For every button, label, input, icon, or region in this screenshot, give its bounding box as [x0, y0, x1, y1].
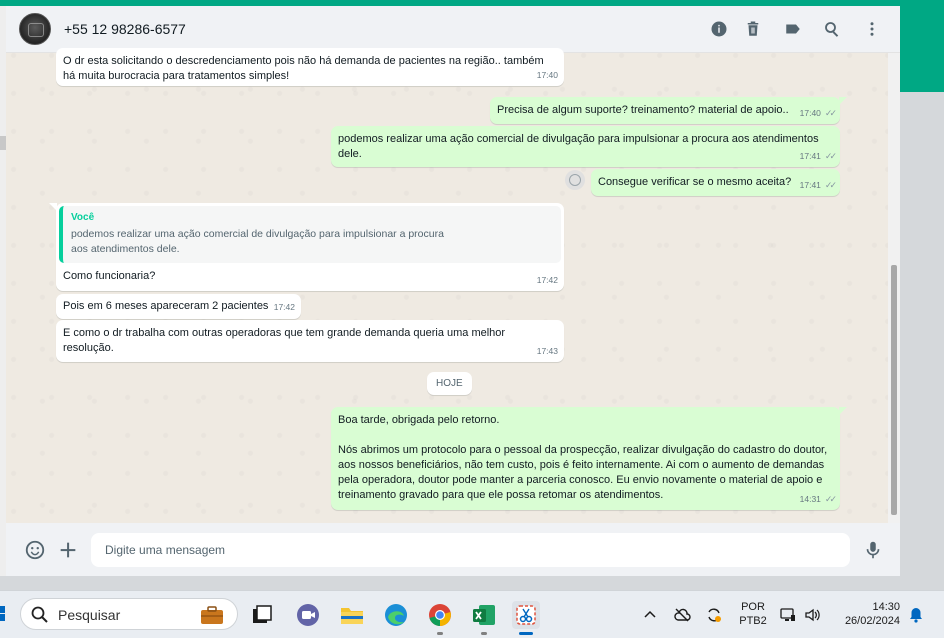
quote-text: podemos realizar uma ação comercial de d…	[71, 228, 444, 255]
message-time: 17:41 ✓✓	[799, 178, 837, 193]
react-emoji-button[interactable]	[565, 170, 585, 190]
message-outgoing[interactable]: podemos realizar uma ação comercial de d…	[331, 126, 840, 167]
scrollbar-thumb[interactable]	[891, 265, 897, 515]
day-separator: HOJE	[427, 372, 472, 395]
message-time: 17:42	[537, 273, 558, 288]
windows-start-icon[interactable]	[0, 603, 6, 625]
menu-icon[interactable]	[861, 18, 883, 40]
time-label: 17:40	[799, 108, 821, 118]
message-text: podemos realizar uma ação comercial de d…	[338, 133, 819, 160]
attach-plus-icon[interactable]	[56, 538, 80, 562]
message-time: 17:43	[537, 344, 558, 359]
search-label: Pesquisar	[58, 607, 121, 623]
message-time: 14:31 ✓✓	[799, 492, 837, 507]
chrome-browser-icon[interactable]	[426, 601, 454, 629]
message-time: 17:42	[274, 300, 295, 315]
label-icon[interactable]	[782, 18, 804, 40]
message-outgoing[interactable]: Consegue verificar se o mesmo aceita? 17…	[591, 169, 840, 196]
message-time: 17:40 ✓✓	[799, 106, 837, 121]
notification-bell-icon[interactable]	[906, 605, 926, 625]
network-icon[interactable]	[778, 605, 798, 625]
double-check-icon: ✓✓	[824, 494, 837, 504]
input-language[interactable]: POR PTB2	[736, 600, 770, 628]
volume-icon[interactable]	[802, 605, 822, 625]
cloud-offline-icon[interactable]	[672, 605, 692, 625]
teams-meet-icon[interactable]	[294, 601, 322, 629]
message-text: E como o dr trabalha com outras operador…	[63, 327, 506, 354]
info-icon[interactable]	[708, 18, 730, 40]
time-label: 17:40	[536, 70, 558, 80]
whatsapp-chat-window: +55 12 98286-6577 O dr esta solicitando …	[6, 6, 900, 576]
message-outgoing[interactable]: Precisa de algum suporte? treinamento? m…	[490, 97, 847, 124]
right-accent-block	[900, 0, 944, 92]
edge-browser-icon[interactable]	[382, 601, 410, 629]
chat-scrollbar[interactable]	[888, 53, 900, 523]
active-indicator	[519, 632, 533, 635]
double-check-icon: ✓✓	[824, 151, 837, 161]
message-text: Como funcionaria?	[63, 270, 156, 282]
file-explorer-icon[interactable]	[338, 601, 366, 629]
time-label: 17:42	[536, 275, 558, 285]
bubble-tail	[839, 407, 847, 415]
time-label: 14:31	[799, 494, 821, 504]
search-icon[interactable]	[821, 18, 843, 40]
emoji-icon[interactable]	[23, 538, 47, 562]
message-text: Consegue verificar se o mesmo aceita?	[598, 176, 792, 188]
contact-name[interactable]: +55 12 98286-6577	[64, 21, 186, 37]
message-text: O dr esta solicitando o descredenciament…	[63, 55, 544, 82]
bubble-tail	[49, 203, 57, 211]
clock-time: 14:30	[872, 601, 900, 613]
trash-icon[interactable]	[742, 18, 764, 40]
message-text-body: Nós abrimos um protocolo para o pessoal …	[338, 444, 828, 501]
excel-icon[interactable]	[470, 601, 498, 629]
task-view-icon[interactable]	[248, 601, 276, 629]
message-time: 17:41 ✓✓	[799, 149, 837, 164]
time-label: 17:41	[799, 151, 821, 161]
message-text-greeting: Boa tarde, obrigada pelo retorno.	[338, 414, 500, 426]
double-check-icon: ✓✓	[824, 108, 837, 118]
running-indicator	[437, 632, 443, 635]
windows-taskbar: Pesquisar POR PTB2 14:30 26/02/2024	[0, 590, 944, 638]
contact-avatar[interactable]	[19, 13, 51, 45]
message-outgoing[interactable]: Boa tarde, obrigada pelo retorno. Nós ab…	[331, 407, 847, 510]
running-indicator	[481, 632, 487, 635]
chevron-up-icon[interactable]	[640, 605, 660, 625]
keyboard-layout: PTB2	[739, 615, 767, 627]
snipping-tool-icon[interactable]	[512, 601, 540, 629]
message-incoming[interactable]: O dr esta solicitando o descredenciament…	[56, 48, 564, 86]
time-label: 17:42	[273, 302, 295, 312]
time-label: 17:41	[799, 180, 821, 190]
smiley-icon	[569, 174, 581, 186]
message-text: Precisa de algum suporte? treinamento? m…	[497, 104, 789, 116]
right-background	[900, 92, 944, 580]
message-incoming[interactable]: Pois em 6 meses apareceram 2 pacientes 1…	[56, 294, 301, 319]
language-code: POR	[741, 601, 765, 613]
time-label: 17:43	[536, 346, 558, 356]
taskbar-search[interactable]: Pesquisar	[20, 598, 238, 630]
message-incoming-reply[interactable]: Você podemos realizar uma ação comercial…	[49, 203, 564, 291]
bubble-tail	[839, 97, 847, 105]
double-check-icon: ✓✓	[824, 180, 837, 190]
quoted-message[interactable]: Você podemos realizar uma ação comercial…	[59, 206, 561, 263]
chat-header[interactable]: +55 12 98286-6577	[6, 6, 900, 53]
system-clock[interactable]: 14:30 26/02/2024	[836, 600, 900, 628]
briefcase-icon	[199, 605, 225, 625]
message-time: 17:40	[537, 68, 558, 83]
message-text: Pois em 6 meses apareceram 2 pacientes	[63, 300, 269, 312]
search-icon	[30, 605, 50, 625]
message-composer	[6, 523, 900, 576]
message-incoming[interactable]: E como o dr trabalha com outras operador…	[56, 320, 564, 362]
microphone-icon[interactable]	[861, 538, 885, 562]
sync-icon[interactable]	[704, 605, 724, 625]
quote-author: Você	[71, 212, 95, 223]
message-input[interactable]	[91, 533, 850, 567]
clock-date: 26/02/2024	[844, 615, 900, 627]
